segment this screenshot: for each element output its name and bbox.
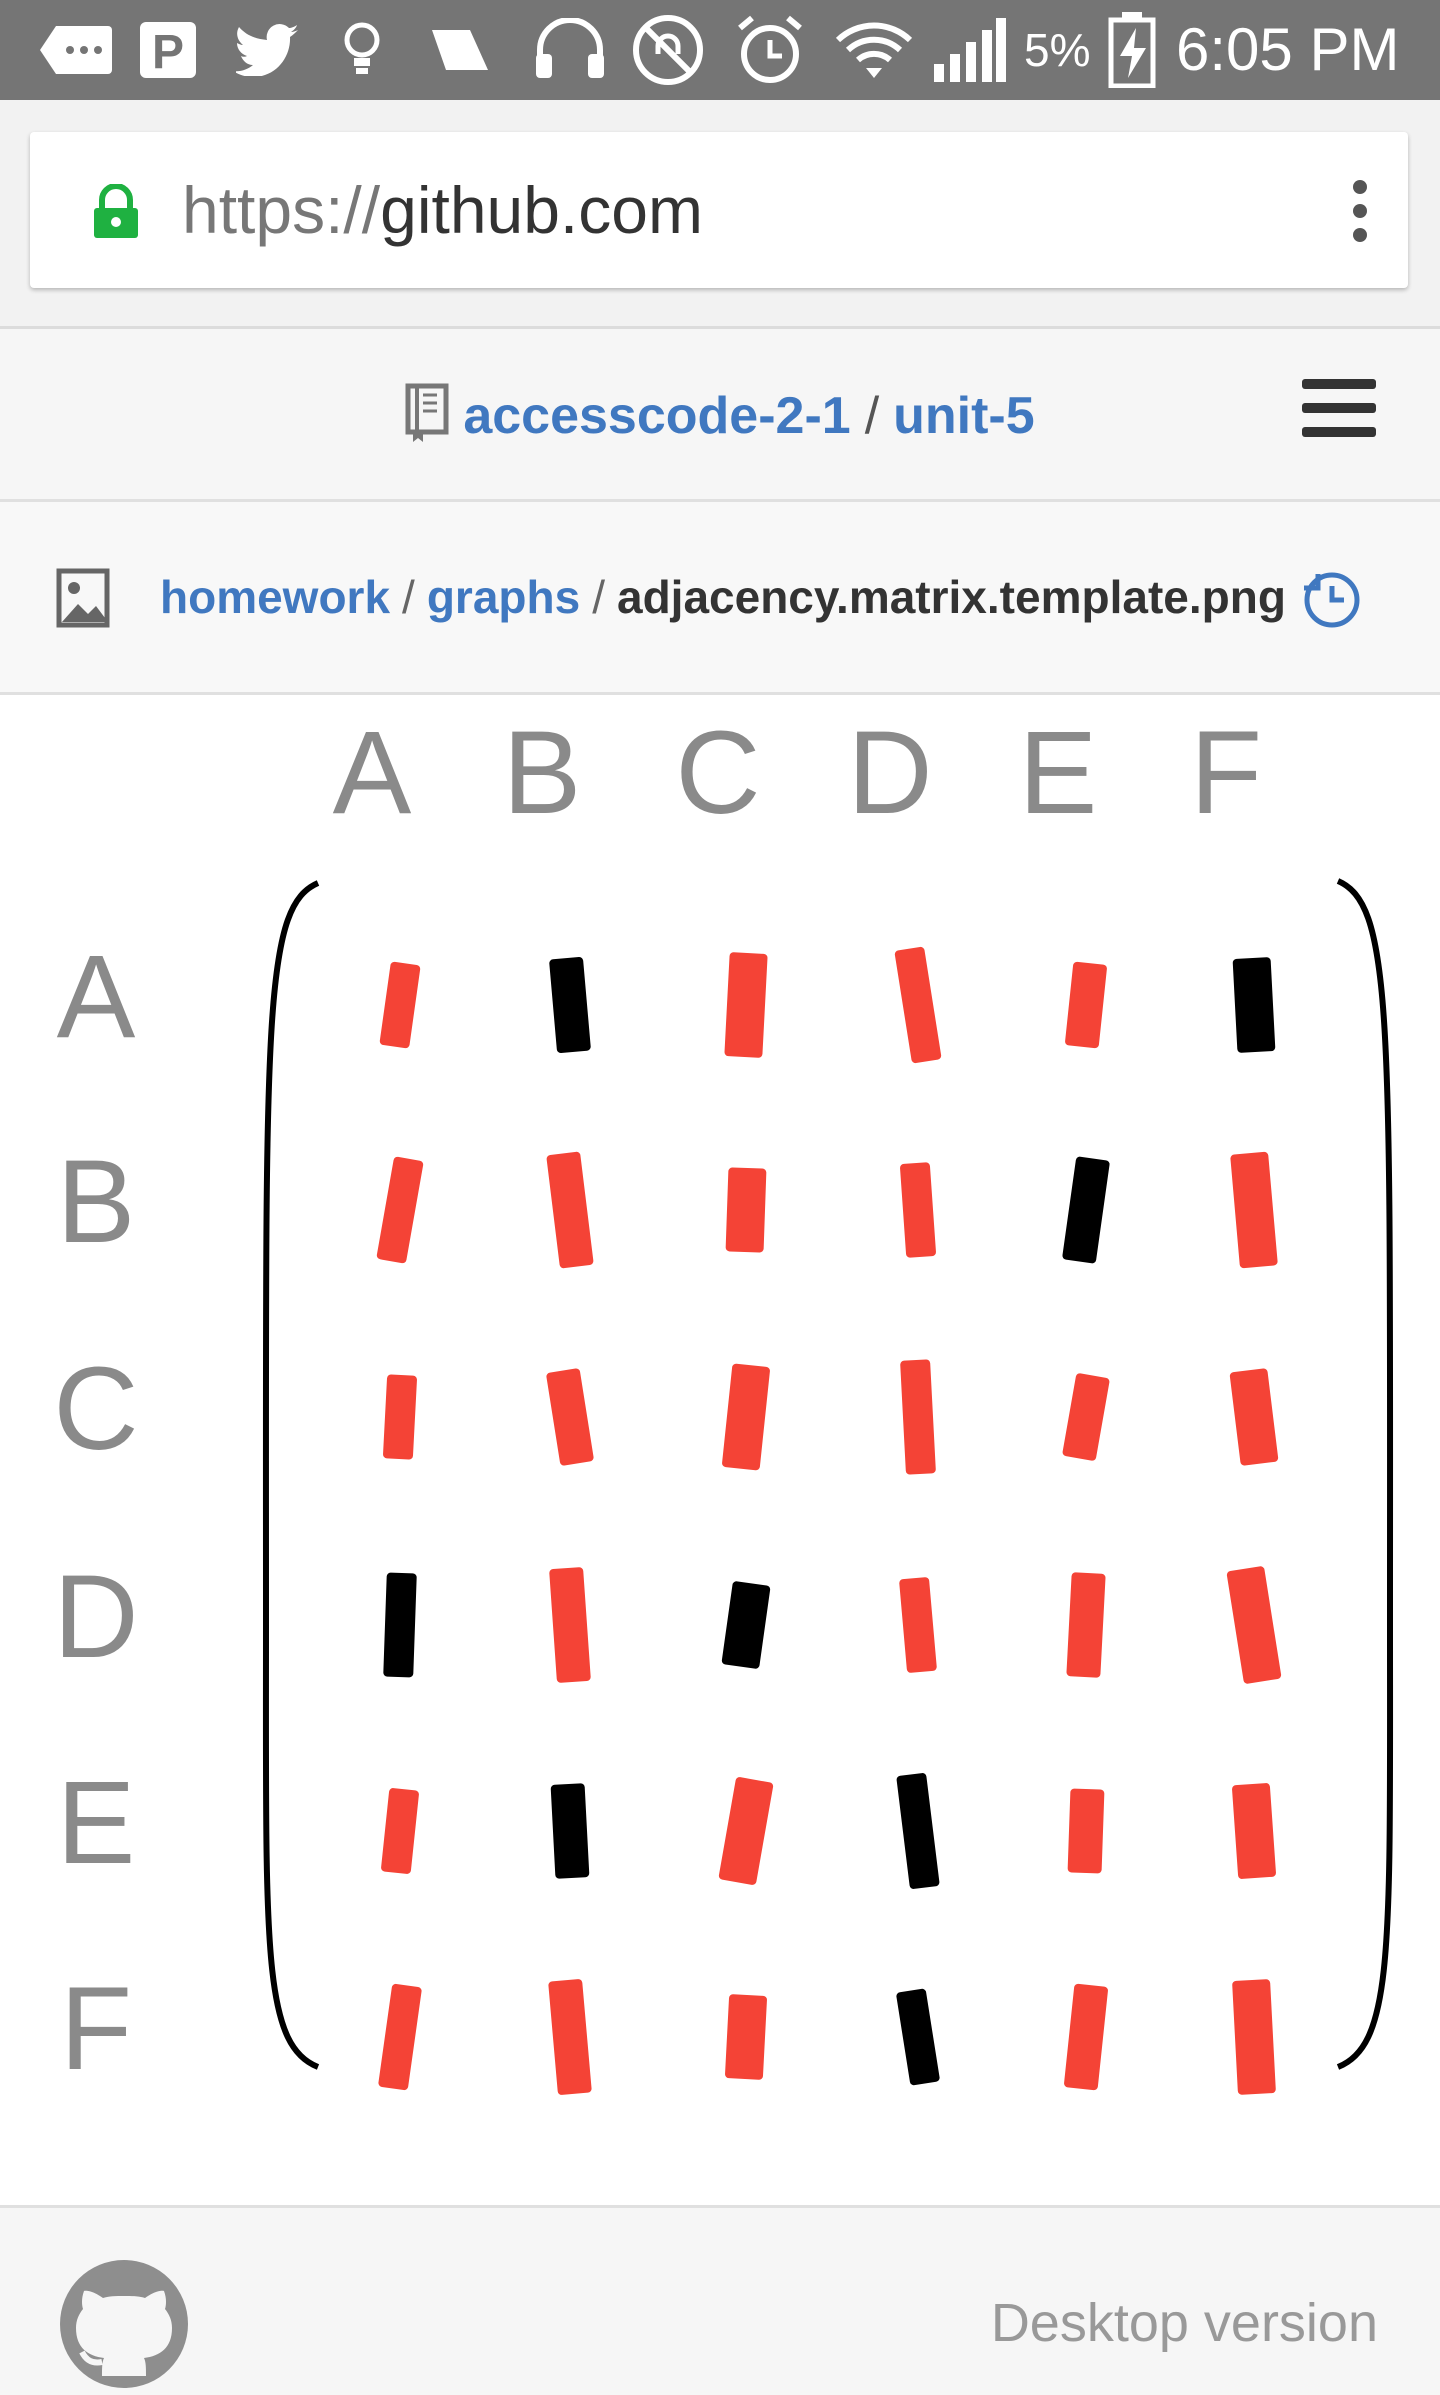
file-breadcrumb-bar: homework / graphs / adjacency.matrix.templat… [0, 502, 1440, 695]
matrix-cell-dd [899, 1577, 937, 1673]
repo-header: accesscode-2-1/unit-5 [0, 329, 1440, 502]
signal-icon [930, 18, 1010, 82]
matrix-cell-ff [1232, 1979, 1276, 2095]
row-label-a: A [57, 931, 136, 1063]
repo-separator: / [864, 387, 880, 445]
matrix-cell-da [383, 1572, 417, 1678]
column-label-d: D [847, 707, 932, 839]
twitter-icon [236, 18, 300, 82]
matrix-cell-fa [378, 1983, 422, 2091]
right-bracket [1336, 878, 1394, 2070]
matrix-cell-ad [894, 946, 942, 1064]
matrix-cell-de [1066, 1572, 1106, 1678]
github-octocat-icon[interactable] [58, 2258, 190, 2390]
wifi-icon [832, 18, 916, 82]
left-bracket [262, 880, 320, 2070]
matrix-cell-cc [722, 1363, 770, 1471]
matrix-cell-bd [900, 1162, 936, 1258]
column-label-f: F [1190, 707, 1262, 839]
row-label-d: D [53, 1551, 138, 1683]
matrix-cell-ba [376, 1156, 424, 1264]
repo-name-link[interactable]: unit-5 [893, 387, 1035, 445]
battery-charging-icon [1104, 12, 1160, 88]
row-label-e: E [57, 1757, 136, 1889]
matrix-cell-ab [549, 957, 591, 1053]
adjacency-matrix-image: ABCDEF ABCDEF [53, 707, 1394, 2095]
address-bar[interactable]: https://github.com [30, 132, 1408, 288]
battery-percent: 5% [1024, 24, 1091, 76]
matrix-cell-fb [548, 1979, 592, 2095]
matrix-cell-ae [1065, 961, 1107, 1049]
matrix-cell-ea [381, 1788, 419, 1874]
flag-icon [428, 18, 492, 82]
row-label-f: F [60, 1963, 132, 2095]
matrix-cell-bc [725, 1167, 767, 1253]
matrix-cell-ce [1062, 1373, 1110, 1461]
column-label-b: B [503, 707, 582, 839]
matrix-cell-bb [546, 1151, 594, 1269]
breadcrumb-separator: / [592, 571, 605, 623]
matrix-cell-ec [718, 1777, 774, 1885]
history-icon[interactable] [1302, 570, 1362, 630]
do-not-disturb-icon [630, 15, 706, 85]
lightbulb-icon [340, 18, 384, 82]
matrix-cell-ef [1232, 1783, 1276, 1879]
page-footer: Desktop version [0, 2205, 1440, 2395]
matrix-cell-cd [900, 1359, 936, 1475]
matrix-cell-ed [896, 1773, 940, 1889]
matrix-cell-cf [1229, 1368, 1279, 1466]
overflow-menu-icon[interactable] [1330, 174, 1390, 250]
breadcrumb-separator: / [402, 571, 415, 623]
matrix-cell-df [1226, 1566, 1282, 1684]
matrix-cell-be [1062, 1156, 1110, 1264]
matrix-cell-af [1232, 957, 1276, 1053]
matrix-cell-dc [721, 1581, 771, 1669]
desktop-version-link[interactable]: Desktop version [991, 2288, 1378, 2358]
repo-owner-link[interactable]: accesscode-2-1 [463, 387, 850, 445]
headset-icon [530, 18, 610, 82]
column-label-e: E [1019, 707, 1098, 839]
repo-title: accesscode-2-1/unit-5 [0, 381, 1440, 451]
breadcrumb-graphs-link[interactable]: graphs [427, 571, 580, 623]
matrix-cell-ca [383, 1374, 417, 1460]
parking-app-icon: P [138, 18, 198, 82]
alarm-icon [732, 15, 808, 83]
lock-icon[interactable] [90, 183, 142, 240]
image-viewer: ABCDEF ABCDEF [0, 695, 1440, 2205]
breadcrumb: homework / graphs / adjacency.matrix.templat… [160, 564, 1286, 630]
svg-text:P: P [152, 26, 184, 79]
more-icon [40, 18, 112, 82]
matrix-cell-ee [1067, 1788, 1105, 1874]
matrix-cell-fc [725, 1994, 767, 2080]
matrix-cell-db [549, 1567, 591, 1683]
matrix-cell-bf [1230, 1151, 1278, 1269]
repo-book-icon [405, 383, 449, 443]
column-label-a: A [333, 707, 412, 839]
clock-time: 6:05 PM [1176, 16, 1400, 83]
matrix-cell-aa [379, 961, 421, 1049]
status-bar: P 5% 6:05 PM [0, 0, 1440, 100]
breadcrumb-file-name: adjacency.matrix.template.png [616, 571, 1286, 623]
url-host: github.com [380, 173, 703, 247]
row-label-c: C [53, 1343, 138, 1475]
column-label-c: C [675, 707, 760, 839]
url-scheme: https:// [182, 173, 381, 247]
matrix-cell-ac [724, 952, 768, 1058]
matrix-cell-eb [550, 1783, 590, 1879]
breadcrumb-homework-link[interactable]: homework [160, 571, 390, 623]
matrix-cell-fd [896, 1988, 940, 2086]
browser-toolbar: https://github.com [0, 100, 1440, 329]
url-text[interactable]: https://github.com [182, 168, 703, 252]
row-label-b: B [57, 1136, 136, 1268]
matrix-cell-cb [546, 1368, 594, 1466]
hamburger-menu-icon[interactable] [1302, 379, 1376, 445]
image-file-icon [56, 568, 112, 628]
matrix-cell-fe [1064, 1983, 1108, 2091]
